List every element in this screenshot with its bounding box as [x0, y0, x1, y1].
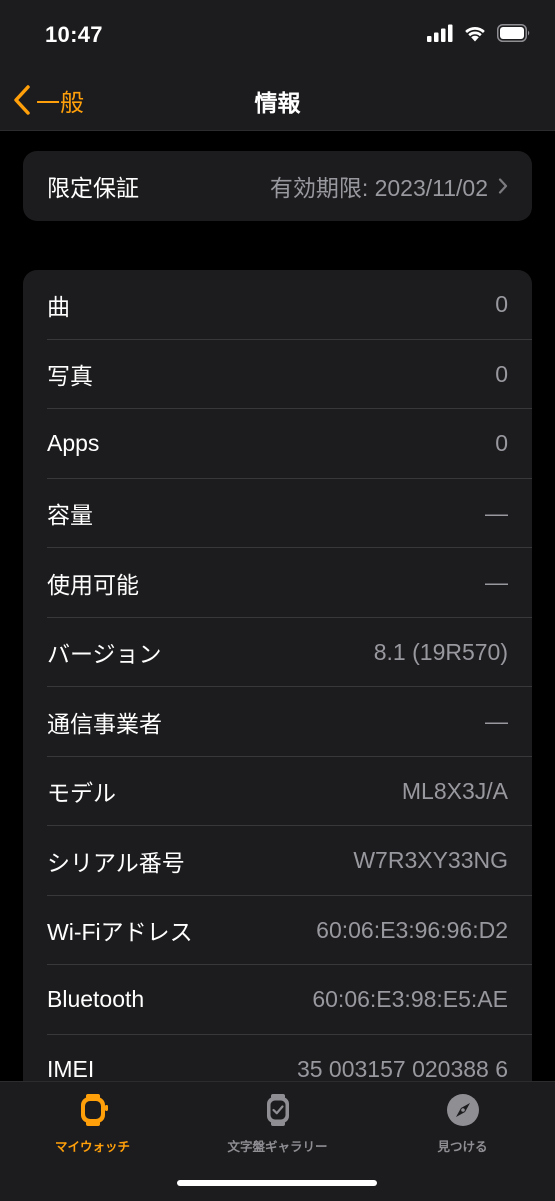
info-value: ML8X3J/A — [401, 777, 508, 804]
info-value: — — [485, 569, 508, 596]
watch-face-icon — [260, 1092, 296, 1128]
info-label: 使用可能 — [47, 571, 139, 598]
status-icons — [427, 24, 531, 42]
tab-discover[interactable]: 見つける — [370, 1092, 555, 1155]
info-label: IMEI — [47, 1055, 95, 1081]
tab-label: マイウォッチ — [54, 1140, 130, 1154]
info-value: 0 — [495, 430, 508, 457]
info-value: W7R3XY33NG — [353, 847, 508, 874]
info-row-carrier: 通信事業者 — — [23, 687, 532, 757]
watch-icon — [75, 1092, 111, 1128]
tab-label: 見つける — [437, 1140, 488, 1154]
info-label: Apps — [47, 430, 100, 457]
info-value: 0 — [495, 291, 508, 318]
info-label: 写真 — [47, 363, 93, 390]
info-row-bluetooth: Bluetooth 60:06:E3:98:E5:AE — [23, 965, 532, 1035]
warranty-row[interactable]: 限定保証 有効期限: 2023/11/02 — [23, 151, 532, 221]
warranty-group: 限定保証 有効期限: 2023/11/02 — [23, 151, 532, 221]
home-indicator[interactable] — [177, 1180, 377, 1186]
info-label: 容量 — [47, 502, 93, 529]
info-value: 0 — [495, 360, 508, 387]
status-time: 10:47 — [45, 22, 103, 47]
info-row-model[interactable]: モデル ML8X3J/A — [23, 757, 532, 827]
wifi-icon — [465, 26, 485, 42]
tab-face-gallery[interactable]: 文字盤ギャラリー — [185, 1092, 370, 1155]
warranty-value: 有効期限: 2023/11/02 — [269, 174, 488, 201]
warranty-label: 限定保証 — [47, 174, 139, 201]
nav-bar: 一般 情報 — [0, 70, 555, 131]
info-value: — — [485, 499, 508, 526]
cellular-signal-icon — [427, 24, 453, 42]
info-label: シリアル番号 — [47, 849, 185, 876]
info-value: 8.1 (19R570) — [373, 638, 508, 665]
info-label: Bluetooth — [47, 986, 145, 1013]
info-label: 通信事業者 — [47, 710, 162, 737]
device-info-group: 曲 0 写真 0 Apps 0 容量 — 使用可能 — バージョン 8.1 (1… — [23, 270, 532, 1081]
page-title: 情報 — [254, 90, 301, 116]
info-value: 60:06:E3:98:E5:AE — [312, 986, 508, 1013]
status-bar: 10:47 — [0, 0, 555, 70]
info-row-wifi-address: Wi-Fiアドレス 60:06:E3:96:96:D2 — [23, 896, 532, 966]
info-label: 曲 — [47, 293, 70, 320]
info-row-available: 使用可能 — — [23, 548, 532, 618]
info-label: モデル — [47, 780, 116, 807]
info-row-photos: 写真 0 — [23, 340, 532, 410]
battery-icon — [497, 24, 530, 42]
info-label: バージョン — [47, 641, 162, 668]
info-row-serial: シリアル番号 W7R3XY33NG — [23, 826, 532, 896]
info-value: 35 003157 020388 6 — [296, 1055, 508, 1081]
info-value: 60:06:E3:96:96:D2 — [316, 916, 508, 943]
warranty-value-wrap: 有効期限: 2023/11/02 — [270, 169, 508, 203]
info-row-songs: 曲 0 — [23, 270, 532, 340]
info-row-capacity: 容量 — — [23, 479, 532, 549]
tab-my-watch[interactable]: マイウォッチ — [0, 1092, 185, 1155]
info-label: Wi-Fiアドレス — [47, 919, 193, 946]
info-row-imei: IMEI 35 003157 020388 6 — [23, 1035, 532, 1081]
tab-label: 文字盤ギャラリー — [227, 1140, 328, 1154]
info-value: — — [485, 708, 508, 735]
info-row-version: バージョン 8.1 (19R570) — [23, 618, 532, 688]
compass-icon — [445, 1092, 481, 1128]
settings-content[interactable]: 限定保証 有効期限: 2023/11/02 曲 0 写真 0 Apps 0 容量… — [0, 131, 555, 1081]
info-row-apps: Apps 0 — [23, 409, 532, 479]
chevron-right-icon — [498, 178, 508, 194]
